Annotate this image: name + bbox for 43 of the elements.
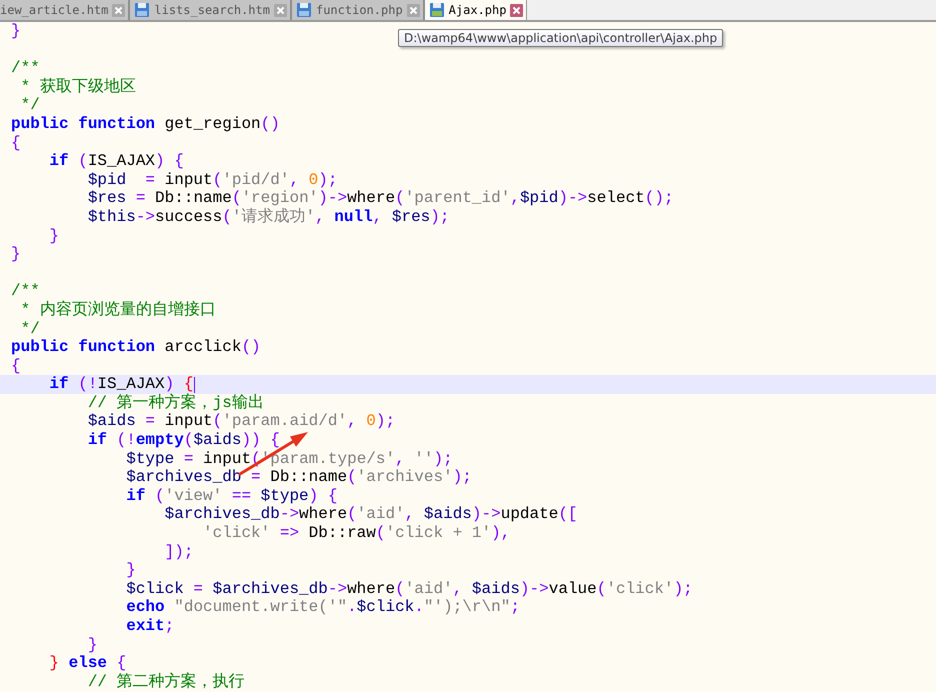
code-line: } [86,636,98,654]
code-line: } [48,226,60,246]
code-line: if (!empty($aids)) { [86,431,280,450]
code-line: echo "document.write('".$click."');\r\n"; [125,598,520,617]
code-comment: // 第一种方案，js输出 [86,394,264,412]
code-line: if (IS_AJAX) { [48,152,184,171]
close-icon[interactable] [406,4,420,16]
code-line: public function get_region() [11,114,280,134]
close-icon[interactable] [510,4,524,16]
code-line: } [11,22,21,41]
code-line: } [125,561,136,580]
code-line: ]); [164,542,194,562]
editor-tab[interactable]: Ajax.php [424,0,528,20]
code-line: $res = Db::name('region')->where('parent_id',$pid)->select(); [86,189,674,208]
code-line: $pid = input('pid/d', 0); [86,170,338,190]
code-line: $aids = input('param.aid/d', 0); [86,412,396,432]
editor-tab[interactable]: function.php [292,0,425,20]
code-line: { [11,134,21,152]
code-line: $archives_db = Db::name('archives'); [125,468,472,487]
code-line: if (!IS_AJAX) { [48,375,194,394]
code-comment: * 内容页浏览量的自增接口 [20,300,216,320]
code-line: $this->success('请求成功', null, $res); [86,208,450,227]
code-line: $archives_db->where('aid', $aids)->update([ [164,505,578,524]
code-comment: /** [11,282,40,301]
editor-tab[interactable]: lists_search.htm [130,0,292,20]
code-line: $click = $archives_db->where('aid', $aids)->value('click'); [125,580,693,598]
code-comment: * 获取下级地区 [20,78,136,96]
code-comment: */ [20,96,40,115]
code-line: } [11,245,21,264]
close-icon[interactable] [112,4,126,16]
code-comment: */ [20,320,40,338]
code-line: exit; [125,617,174,636]
file-path-tooltip: D:\wamp64\www\application\api\controller\Ajax.php [398,29,724,47]
code-line: if ('view' == $type) { [125,486,338,506]
code-line: { [11,356,21,376]
code-comment: // 第二种方案，执行 [86,672,245,692]
code-line: public function arcclick() [11,338,261,357]
code-comment: /** [11,59,40,78]
editor-tab[interactable]: iew_article.htm [0,0,130,20]
code-line: 'click' => Db::raw('click + 1'), [202,524,510,543]
close-icon[interactable] [274,4,287,16]
code-line: } else { [48,654,126,673]
text-cursor [194,376,196,393]
